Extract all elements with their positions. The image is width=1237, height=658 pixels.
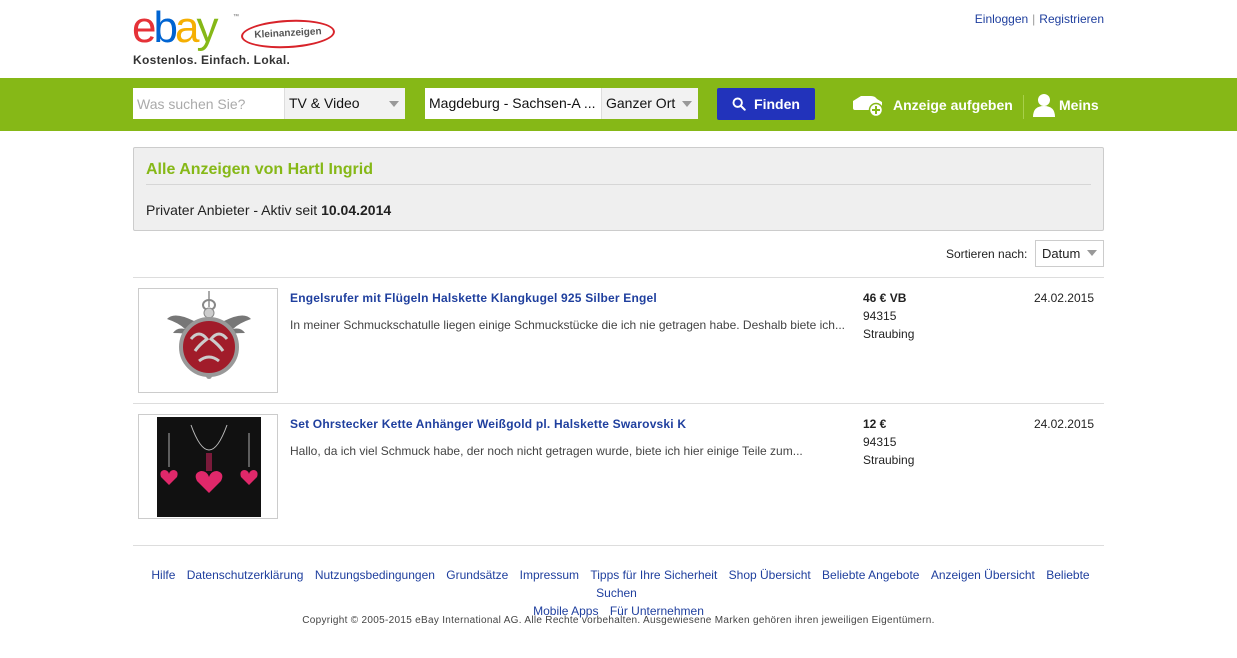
find-button-label: Finden — [754, 96, 800, 112]
seller-info-prefix: Privater Anbieter - Aktiv seit — [146, 202, 322, 218]
list-item[interactable]: Set Ohrstecker Kette Anhänger Weißgold p… — [133, 404, 1104, 530]
seller-panel: Alle Anzeigen von Hartl Ingrid Privater … — [133, 147, 1104, 231]
footer-link-terms[interactable]: Nutzungsbedingungen — [315, 568, 435, 582]
footer-links: Hilfe Datenschutzerklärung Nutzungsbedin… — [133, 566, 1104, 620]
radius-select[interactable]: Ganzer Ort — [601, 88, 698, 119]
site-header: ebay ™ Kleinanzeigen Kostenlos. Einfach.… — [0, 0, 1237, 78]
angel-pendant-icon — [167, 291, 251, 379]
footer-link-privacy[interactable]: Datenschutzerklärung — [187, 568, 304, 582]
footer-link-imprint[interactable]: Impressum — [520, 568, 579, 582]
search-icon — [732, 97, 746, 111]
post-ad-icon — [853, 96, 884, 117]
chevron-down-icon — [389, 101, 399, 107]
post-ad-label: Anzeige aufgeben — [893, 97, 1013, 113]
listing-zip: 94315 — [863, 435, 897, 449]
listing-thumbnail[interactable] — [138, 414, 278, 519]
listing-date: 24.02.2015 — [1033, 291, 1094, 305]
chevron-down-icon — [1087, 250, 1097, 256]
auth-links: Einloggen | Registrieren — [975, 12, 1104, 26]
heart-jewelry-set-icon — [157, 417, 261, 517]
find-button[interactable]: Finden — [717, 88, 815, 120]
listing-description: In meiner Schmuckschatulle liegen einige… — [290, 318, 845, 332]
seller-title: Alle Anzeigen von Hartl Ingrid — [146, 161, 373, 178]
seller-info: Privater Anbieter - Aktiv seit 10.04.201… — [146, 202, 391, 218]
sort-select-value: Datum — [1042, 246, 1081, 261]
logo-badge: Kleinanzeigen — [240, 17, 336, 51]
listing-description: Hallo, da ich viel Schmuck habe, der noc… — [290, 444, 803, 458]
list-item[interactable]: Engelsrufer mit Flügeln Halskette Klangk… — [133, 278, 1104, 404]
copyright: Copyright © 2005-2015 eBay International… — [302, 615, 935, 626]
panel-divider — [146, 184, 1091, 185]
trademark-mark: ™ — [233, 14, 239, 20]
listing-price: 46 € VB — [863, 291, 907, 305]
footer-link-help[interactable]: Hilfe — [151, 568, 175, 582]
sort-select[interactable]: Datum — [1035, 240, 1104, 267]
listing-city: Straubing — [863, 453, 915, 467]
tagline: Kostenlos. Einfach. Lokal. — [133, 53, 291, 67]
listing-title[interactable]: Engelsrufer mit Flügeln Halskette Klangk… — [290, 291, 657, 305]
listing-zip: 94315 — [863, 309, 897, 323]
footer-link-safety-tips[interactable]: Tipps für Ihre Sicherheit — [590, 568, 717, 582]
search-input[interactable] — [133, 88, 284, 119]
login-link[interactable]: Einloggen — [975, 12, 1028, 26]
bar-divider — [1023, 95, 1024, 119]
seller-since-date: 10.04.2014 — [321, 202, 392, 218]
listing-price: 12 € — [863, 417, 887, 431]
ebay-kleinanzeigen-logo[interactable]: ebay ™ Kleinanzeigen — [132, 4, 352, 52]
auth-separator: | — [1032, 12, 1036, 26]
chevron-down-icon — [682, 101, 692, 107]
listing-city: Straubing — [863, 327, 915, 341]
radius-select-value: Ganzer Ort — [606, 95, 676, 111]
footer-link-popular-offers[interactable]: Beliebte Angebote — [822, 568, 919, 582]
footer-link-shop-overview[interactable]: Shop Übersicht — [729, 568, 811, 582]
logo-wordmark: ebay — [132, 3, 218, 52]
footer-divider — [133, 545, 1104, 546]
location-input[interactable]: Magdeburg - Sachsen-A ... — [425, 88, 601, 119]
category-select-value: TV & Video — [289, 95, 360, 111]
account-menu-label: Meins — [1059, 97, 1099, 113]
register-link[interactable]: Registrieren — [1039, 12, 1104, 26]
listing-title[interactable]: Set Ohrstecker Kette Anhänger Weißgold p… — [290, 417, 686, 431]
listing-date: 24.02.2015 — [1033, 417, 1094, 431]
post-ad-button[interactable]: Anzeige aufgeben — [851, 92, 1013, 118]
category-select[interactable]: TV & Video — [284, 88, 405, 119]
search-bar: TV & Video Magdeburg - Sachsen-A ... Gan… — [0, 78, 1237, 131]
sort-label: Sortieren nach: — [946, 247, 1028, 261]
listing-thumbnail[interactable] — [138, 288, 278, 393]
footer-link-principles[interactable]: Grundsätze — [446, 568, 508, 582]
footer-link-ads-overview[interactable]: Anzeigen Übersicht — [931, 568, 1035, 582]
user-icon — [1033, 94, 1055, 117]
account-menu[interactable]: Meins — [1033, 92, 1099, 118]
